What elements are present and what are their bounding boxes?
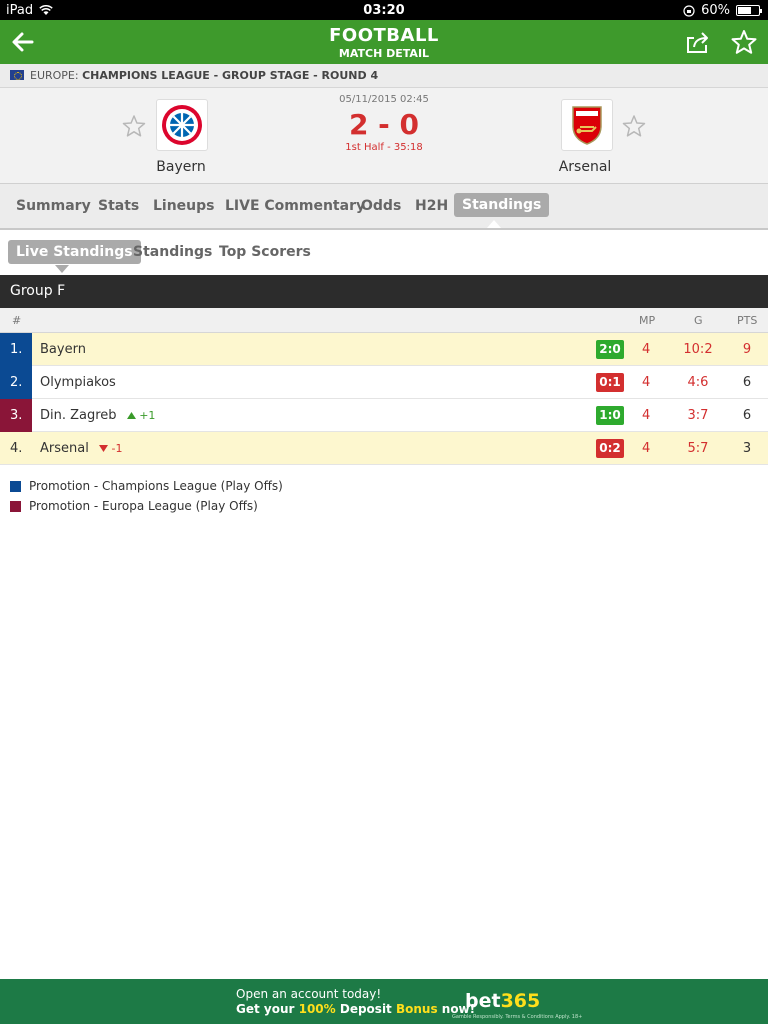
app-header: FOOTBALL MATCH DETAIL: [0, 20, 768, 64]
goals-cell: 4:6: [687, 375, 709, 390]
match-tabs: Summary Stats Lineups LIVE Commentary Od…: [0, 184, 768, 230]
subtab-top-scorers[interactable]: Top Scorers: [219, 244, 311, 260]
subtab-live-standings[interactable]: Live Standings: [8, 240, 141, 264]
mp-cell: 4: [642, 441, 651, 456]
page-subtitle: MATCH DETAIL: [338, 47, 430, 60]
legend-item-champions-league: Promotion - Champions League (Play Offs): [10, 476, 283, 496]
live-result-badge: 0:1: [596, 373, 624, 392]
table-row[interactable]: 2. Olympiakos 0:1 4 4:6 6: [0, 366, 768, 399]
europe-flag-icon: [10, 70, 24, 80]
rank-cell: 4.: [10, 441, 23, 456]
tab-live-commentary[interactable]: LIVE Commentary: [225, 198, 365, 214]
rank-cell: 2.: [0, 366, 32, 399]
tab-stats[interactable]: Stats: [98, 198, 139, 214]
favorite-star-icon[interactable]: [731, 29, 757, 55]
pts-cell: 9: [742, 342, 752, 357]
pts-cell: 3: [742, 441, 752, 456]
home-team-name[interactable]: Bayern: [121, 159, 241, 175]
match-score: 2 - 0: [348, 108, 420, 141]
subtab-standings[interactable]: Standings: [133, 244, 212, 260]
active-subtab-pointer: [55, 265, 69, 273]
group-header: Group F: [0, 275, 768, 308]
group-name: Group F: [10, 283, 66, 299]
mp-cell: 4: [642, 375, 651, 390]
ad-line-1: Open an account today!: [236, 987, 382, 1001]
team-name-cell: Arsenal -1: [40, 441, 123, 456]
team-name-cell: Bayern: [40, 342, 86, 357]
col-mp: MP: [639, 314, 656, 327]
arrow-up-icon: [126, 412, 136, 419]
away-team-name[interactable]: Arsenal: [525, 159, 645, 175]
col-rank: #: [12, 314, 22, 327]
mp-cell: 4: [642, 342, 651, 357]
mp-cell: 4: [642, 408, 651, 423]
col-pts: PTS: [737, 314, 758, 327]
team-name-cell: Din. Zagreb +1: [40, 408, 156, 423]
live-result-badge: 2:0: [596, 340, 624, 359]
pts-cell: 6: [742, 375, 752, 390]
page-title: FOOTBALL: [329, 25, 439, 46]
ad-banner[interactable]: Open an account today! Get your 100% Dep…: [0, 979, 768, 1024]
team-name-cell: Olympiakos: [40, 375, 116, 390]
away-team-crest[interactable]: [561, 99, 613, 151]
legend-color-swatch: [10, 480, 21, 492]
table-row[interactable]: 1. Bayern 2:0 4 10:2 9: [0, 333, 768, 366]
status-bar: iPad 03:20 60%: [0, 0, 768, 20]
arsenal-crest-icon: [572, 106, 602, 145]
legend-label: Promotion - Champions League (Play Offs): [29, 479, 283, 493]
position-change: -1: [97, 442, 122, 455]
ad-fine-print: Gamble Responsibly. Terms & Conditions A…: [452, 1014, 583, 1020]
match-status: 1st Half - 35:18: [345, 142, 423, 153]
match-date: 05/11/2015 02:45: [339, 94, 429, 105]
rank-cell: 3.: [0, 399, 32, 432]
live-result-badge: 0:2: [596, 439, 624, 458]
match-panel: Bayern 05/11/2015 02:45 2 - 0 1st Half -…: [0, 88, 768, 184]
goals-cell: 5:7: [687, 441, 709, 456]
share-icon[interactable]: [685, 30, 711, 54]
legend-color-swatch: [10, 500, 21, 512]
active-tab-pointer: [487, 220, 501, 228]
table-row[interactable]: 4. Arsenal -1 0:2 4 5:7 3: [0, 432, 768, 465]
table-row[interactable]: 3. Din. Zagreb +1 1:0 4 3:7 6: [0, 399, 768, 432]
region-label: EUROPE:: [30, 69, 79, 82]
live-result-badge: 1:0: [596, 406, 624, 425]
rotation-lock-icon: [683, 4, 695, 17]
col-g: G: [694, 314, 703, 327]
competition-label: CHAMPIONS LEAGUE - GROUP STAGE - ROUND 4: [82, 69, 379, 82]
tab-h2h[interactable]: H2H: [415, 198, 448, 214]
ad-line-2: Get your 100% Deposit Bonus now!: [236, 1002, 476, 1016]
pts-cell: 6: [742, 408, 752, 423]
battery-icon: [736, 5, 762, 16]
goals-cell: 10:2: [683, 342, 713, 357]
tab-standings[interactable]: Standings: [454, 193, 550, 217]
competition-breadcrumb[interactable]: EUROPE: CHAMPIONS LEAGUE - GROUP STAGE -…: [0, 64, 768, 88]
battery-percent: 60%: [701, 3, 730, 18]
arrow-down-icon: [98, 445, 108, 452]
position-change: +1: [125, 409, 155, 422]
clock: 03:20: [363, 3, 405, 18]
tab-summary[interactable]: Summary: [16, 198, 91, 214]
tab-lineups[interactable]: Lineups: [153, 198, 215, 214]
legend-label: Promotion - Europa League (Play Offs): [29, 499, 258, 513]
bet365-logo: bet365: [465, 990, 541, 1012]
legend-item-europa-league: Promotion - Europa League (Play Offs): [10, 496, 283, 516]
standings-legend: Promotion - Champions League (Play Offs)…: [10, 476, 283, 516]
goals-cell: 3:7: [687, 408, 709, 423]
standings-subtabs: Live Standings Standings Top Scorers: [0, 232, 768, 275]
tab-odds[interactable]: Odds: [361, 198, 401, 214]
away-favorite-star-icon[interactable]: [622, 114, 646, 138]
standings-column-headers: # MP G PTS: [0, 308, 768, 333]
rank-cell: 1.: [0, 333, 32, 366]
